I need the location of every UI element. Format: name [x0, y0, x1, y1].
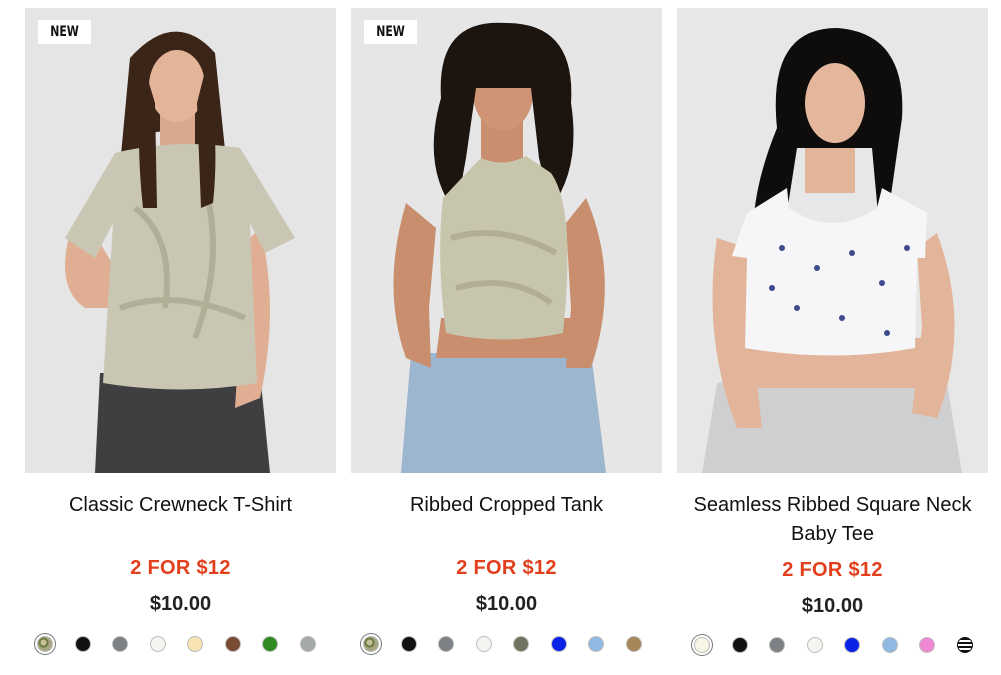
new-badge: NEW	[364, 20, 418, 44]
product-card[interactable]	[677, 8, 988, 473]
color-swatch[interactable]	[694, 637, 710, 653]
price: $10.00	[801, 595, 864, 617]
color-swatch[interactable]	[588, 636, 604, 652]
product-image[interactable]	[677, 8, 988, 473]
color-swatch[interactable]	[731, 637, 748, 653]
model-photo	[677, 8, 988, 473]
color-swatch[interactable]	[550, 636, 567, 652]
product-title[interactable]: Ribbed Cropped Tank	[351, 491, 662, 520]
color-swatches	[677, 637, 988, 657]
color-swatch[interactable]	[438, 636, 454, 652]
color-swatch[interactable]	[262, 636, 278, 652]
color-swatch[interactable]	[74, 636, 91, 652]
color-swatch[interactable]	[881, 637, 898, 653]
color-swatch[interactable]	[625, 636, 642, 652]
color-swatch[interactable]	[299, 636, 316, 652]
color-swatch[interactable]	[513, 636, 529, 652]
color-swatch[interactable]	[37, 636, 53, 652]
color-swatch[interactable]	[806, 637, 823, 653]
color-swatches	[25, 636, 336, 656]
promo-text: 2 FOR $12	[130, 557, 231, 579]
promo-text: 2 FOR $12	[782, 559, 883, 581]
price: $10.00	[475, 593, 538, 615]
product-image[interactable]: NEW	[25, 8, 336, 473]
model-photo	[351, 8, 662, 473]
product-card[interactable]: NEW	[25, 8, 336, 473]
color-swatch[interactable]	[956, 637, 973, 653]
color-swatch[interactable]	[112, 636, 128, 652]
promo-text: 2 FOR $12	[456, 557, 557, 579]
color-swatch[interactable]	[475, 636, 492, 652]
product-title[interactable]: Seamless Ribbed Square Neck Baby Tee	[677, 491, 988, 549]
color-swatch[interactable]	[224, 636, 241, 652]
product-title[interactable]: Classic Crewneck T-Shirt	[25, 491, 336, 520]
price: $10.00	[149, 593, 212, 615]
color-swatch[interactable]	[919, 637, 935, 653]
product-card[interactable]: NEW	[351, 8, 662, 473]
color-swatch[interactable]	[400, 636, 417, 652]
color-swatches	[351, 636, 662, 656]
color-swatch[interactable]	[844, 637, 860, 653]
new-badge: NEW	[38, 20, 92, 44]
product-image[interactable]: NEW	[351, 8, 662, 473]
color-swatch[interactable]	[149, 636, 166, 652]
color-swatch[interactable]	[187, 636, 203, 652]
color-swatch[interactable]	[363, 636, 379, 652]
color-swatch[interactable]	[769, 637, 785, 653]
model-photo	[25, 8, 336, 473]
